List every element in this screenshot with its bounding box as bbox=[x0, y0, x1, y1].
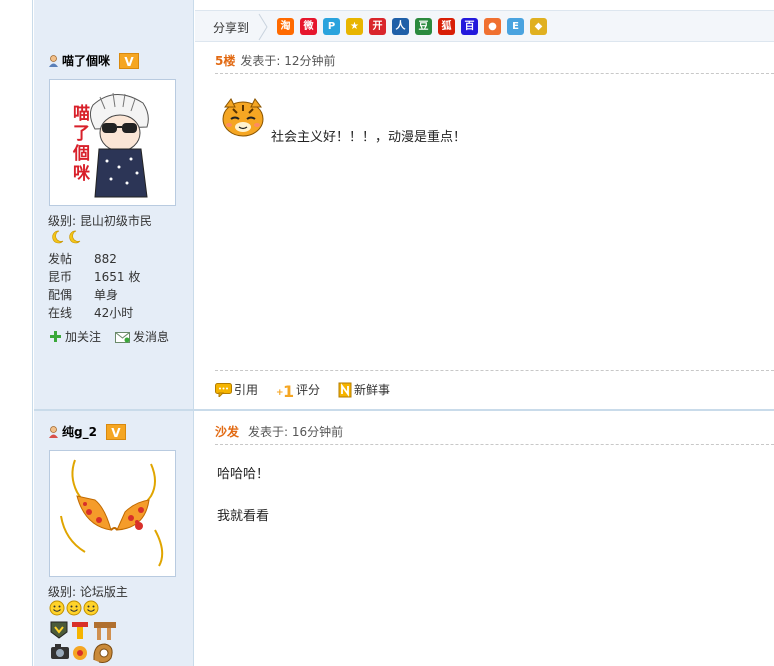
share-bar: 分享到 淘微 P ★ 开人豆狐百 ● E ◆ bbox=[195, 10, 774, 42]
user-icon bbox=[49, 54, 58, 67]
share-label: 分享到 bbox=[213, 21, 250, 35]
stat-row: 配偶 单身 bbox=[48, 288, 119, 302]
quote-button[interactable]: 引用 bbox=[215, 381, 258, 398]
stat-row: 在线 42小时 bbox=[48, 306, 134, 320]
tiger-emoticon bbox=[222, 98, 264, 137]
vip-badge: V bbox=[105, 423, 126, 440]
weibo-icon[interactable]: 微 bbox=[300, 18, 317, 35]
news-icon bbox=[338, 382, 352, 397]
post2-header: 沙发 发表于: 16分钟前 bbox=[215, 423, 774, 445]
post-content-column bbox=[195, 0, 774, 666]
rate-button[interactable]: +1 评分 bbox=[276, 381, 320, 398]
post2-avatar[interactable] bbox=[49, 450, 176, 577]
svg-text:1: 1 bbox=[283, 382, 294, 398]
post1-footer: 引用 +1 评分 新鲜事 bbox=[215, 370, 774, 400]
post-time: 发表于: 12分钟前 bbox=[240, 54, 336, 68]
plus-icon bbox=[50, 331, 61, 342]
moon-icon bbox=[52, 230, 64, 244]
stat-row: 昆币 1651 枚 bbox=[48, 270, 141, 284]
post2-username[interactable]: 纯g_2 bbox=[62, 423, 97, 440]
share-icons: 淘微 P ★ 开人豆狐百 ● E ◆ bbox=[277, 18, 547, 35]
post1-stats: 发帖 882 昆币 1651 枚 配偶 单身 在线 42小时 bbox=[48, 250, 140, 322]
post2-body-line-1: 哈哈哈！ bbox=[217, 467, 270, 482]
post1-level: 级别: 昆山初级市民 bbox=[48, 214, 152, 228]
peach-icon[interactable]: ● bbox=[484, 18, 501, 35]
post2-rank-faces bbox=[49, 600, 99, 616]
yellow-icon[interactable]: ◆ bbox=[530, 18, 547, 35]
post1-body: 社会主义好！！！，动漫是重点！ bbox=[271, 130, 467, 145]
post2-level: 级别: 论坛版主 bbox=[48, 585, 128, 599]
follow-button[interactable]: 加关注 bbox=[49, 328, 101, 345]
post1-avatar[interactable]: 喵 了 個 咪 bbox=[49, 79, 176, 206]
renren-icon[interactable]: 人 bbox=[392, 18, 409, 35]
medal-icons bbox=[50, 621, 116, 663]
user-icon bbox=[49, 425, 58, 438]
smiley-icon bbox=[49, 600, 65, 616]
svg-text:咪: 咪 bbox=[73, 163, 91, 184]
plus-one-icon: +1 bbox=[276, 382, 294, 398]
svg-text:喵: 喵 bbox=[73, 104, 90, 124]
kaixin-icon[interactable]: 开 bbox=[369, 18, 386, 35]
svg-text:個: 個 bbox=[72, 143, 90, 164]
post1-header: 5楼 发表于: 12分钟前 bbox=[215, 52, 774, 74]
smiley-icon bbox=[66, 600, 82, 616]
post1-username[interactable]: 喵了個咪 bbox=[62, 52, 110, 69]
send-message-button[interactable]: 发消息 bbox=[115, 328, 169, 345]
news-button[interactable]: 新鲜事 bbox=[338, 381, 390, 398]
vip-badge: V bbox=[119, 52, 140, 69]
douban-icon[interactable]: 豆 bbox=[415, 18, 432, 35]
qzone-icon[interactable]: P bbox=[323, 18, 340, 35]
left-margin bbox=[0, 0, 33, 666]
post1-rank-moons bbox=[49, 229, 82, 245]
star-icon[interactable]: ★ bbox=[346, 18, 363, 35]
svg-text:了: 了 bbox=[73, 124, 90, 144]
post2-medals bbox=[49, 620, 119, 666]
avatar-image: 喵 了 個 咪 bbox=[55, 85, 170, 200]
post-divider bbox=[34, 409, 774, 411]
baidu-icon[interactable]: 百 bbox=[461, 18, 478, 35]
smiley-icon bbox=[83, 600, 99, 616]
taobao-icon[interactable]: 淘 bbox=[277, 18, 294, 35]
stat-row: 发帖 882 bbox=[48, 252, 117, 266]
note-icon[interactable]: E bbox=[507, 18, 524, 35]
envelope-icon bbox=[115, 331, 131, 343]
post1-user-actions: 加关注 发消息 bbox=[49, 328, 169, 345]
share-separator bbox=[258, 13, 268, 41]
post1-user-row: 喵了個咪 V bbox=[48, 52, 140, 69]
floor-number[interactable]: 5楼 bbox=[215, 54, 235, 68]
quote-icon bbox=[215, 382, 232, 397]
sohu-icon[interactable]: 狐 bbox=[438, 18, 455, 35]
post2-body-line-2: 我就看看 bbox=[217, 509, 270, 524]
forum-thread-page: 分享到 淘微 P ★ 开人豆狐百 ● E ◆ 喵了個咪 V 喵 了 個 咪 级别… bbox=[0, 0, 774, 666]
post2-user-row: 纯g_2 V bbox=[48, 423, 126, 440]
floor-number[interactable]: 沙发 bbox=[215, 425, 239, 439]
moon-icon bbox=[69, 230, 81, 244]
avatar-image bbox=[55, 456, 170, 571]
post-time: 发表于: 16分钟前 bbox=[248, 425, 344, 439]
